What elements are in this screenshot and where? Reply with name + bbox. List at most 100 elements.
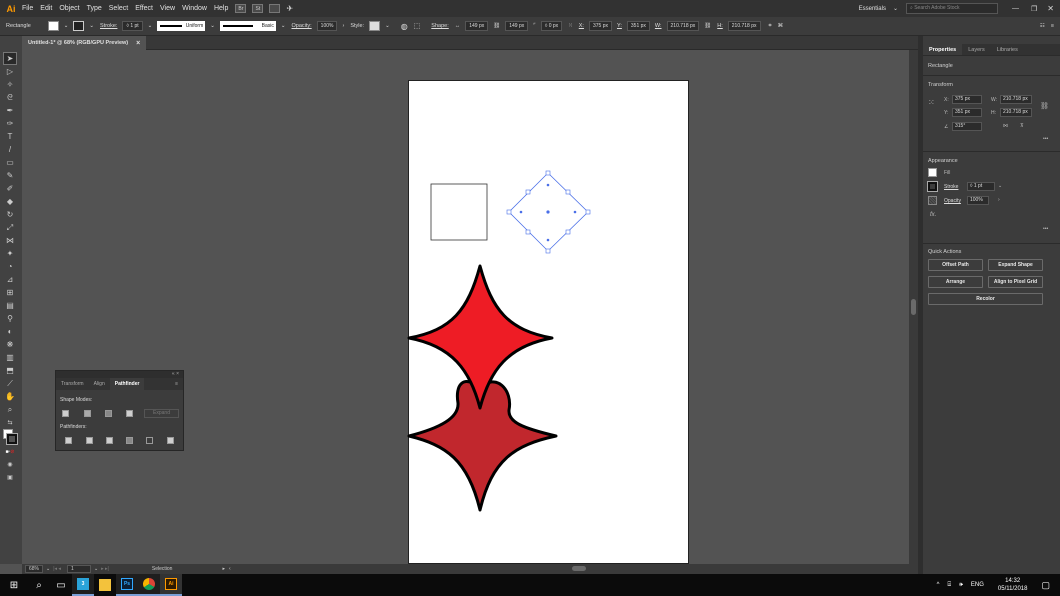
horizontal-scroll-thumb[interactable]: [572, 566, 586, 571]
angle-icon: ∠: [944, 124, 949, 130]
stroke-weight-value: 1 pt: [973, 183, 983, 189]
tab-layers[interactable]: Layers: [962, 44, 991, 55]
notification-center-icon[interactable]: ▢: [1041, 580, 1050, 591]
stroke-color-swatch[interactable]: [927, 181, 938, 192]
pathfinder-tabs: Transform Align Pathfinder ≡: [56, 378, 183, 390]
stroke-label[interactable]: Stroke: [944, 184, 958, 190]
tab-transform[interactable]: Transform: [56, 378, 89, 390]
selection-type-label: Rectangle: [928, 63, 953, 69]
divide-icon[interactable]: [65, 437, 72, 444]
constrain-proportions-icon[interactable]: ⛓: [1040, 102, 1049, 110]
opacity-icon[interactable]: [928, 196, 937, 205]
tab-properties[interactable]: Properties: [923, 44, 963, 55]
pathfinders-label: Pathfinders:: [60, 424, 87, 430]
transform-h-field[interactable]: 210.718 px: [1000, 108, 1032, 117]
opacity-field[interactable]: 100%: [967, 196, 989, 205]
panel-collapse-close[interactable]: « ×: [56, 371, 183, 378]
unite-icon[interactable]: [62, 410, 69, 417]
outline-icon[interactable]: [146, 437, 153, 444]
volume-icon[interactable]: 🕪: [959, 582, 963, 589]
clock[interactable]: 14:32 05/11/2018: [998, 577, 1028, 593]
windows-start-icon[interactable]: ⊞: [0, 574, 28, 596]
tab-pathfinder[interactable]: Pathfinder: [109, 378, 145, 390]
trim-icon[interactable]: [86, 437, 93, 444]
transform-x-label[interactable]: X:: [944, 97, 949, 103]
flip-vertical-icon[interactable]: ⊼: [1020, 123, 1024, 129]
vertical-scroll-thumb[interactable]: [911, 299, 916, 315]
merge-icon[interactable]: [106, 437, 113, 444]
tray-expand-icon[interactable]: ^: [937, 582, 940, 588]
status-arrow-icon[interactable]: ▸: [222, 566, 225, 572]
shape-modes-label: Shape Modes:: [60, 397, 93, 403]
hscroll-left-icon[interactable]: ‹: [229, 566, 231, 572]
exclude-icon[interactable]: [126, 410, 133, 417]
tab-libraries[interactable]: Libraries: [991, 44, 1024, 55]
align-to-pixel-grid-button[interactable]: Align to Pixel Grid: [988, 276, 1043, 288]
first-artboard-icon[interactable]: |◂ ◂: [53, 566, 61, 572]
status-bar: 68% ⌄ |◂ ◂ 1 ⌄ ▸ ▸| Selection ▸ ‹: [22, 564, 918, 574]
selection-section: Rectangle: [923, 56, 1060, 76]
transform-y-field[interactable]: 351 px: [952, 108, 982, 117]
transform-w-label[interactable]: W:: [991, 97, 997, 103]
taskbar-chrome[interactable]: [138, 574, 160, 596]
photoshop-icon: Ps: [121, 578, 133, 590]
zoom-field[interactable]: 68%: [25, 565, 44, 573]
flip-horizontal-icon[interactable]: ⋈: [1003, 123, 1008, 129]
fill-color-swatch[interactable]: [928, 168, 937, 177]
crop-icon[interactable]: [126, 437, 133, 444]
fx-label[interactable]: fx.: [930, 212, 936, 218]
quick-actions-section: Quick Actions Offset Path Expand Shape A…: [923, 244, 1060, 312]
transform-w-field[interactable]: 210.718 px: [1000, 95, 1032, 104]
system-tray: ^ ⌸ 🕪 ENG 14:32 05/11/2018 ▢: [933, 574, 1060, 596]
current-tool-status[interactable]: Selection: [152, 566, 173, 572]
minus-front-icon[interactable]: [84, 410, 91, 417]
transform-y-label[interactable]: Y:: [944, 110, 948, 116]
artboard-chevron-icon[interactable]: ⌄: [94, 566, 98, 572]
transform-section: Transform ⁙ X: 375 px Y: 351 px W: 210.7…: [923, 76, 1060, 152]
next-artboard-icon[interactable]: ▸ ▸|: [101, 566, 109, 572]
app-3d-icon: 3: [77, 578, 89, 590]
rotate-angle-field[interactable]: 315°: [952, 122, 982, 131]
folder-icon: [99, 579, 111, 591]
taskbar-app-3d[interactable]: 3: [72, 574, 94, 596]
square-shape: [430, 183, 488, 241]
panel-menu-icon[interactable]: ≡: [170, 378, 183, 390]
zoom-chevron-icon[interactable]: ⌄: [46, 566, 50, 572]
intersect-icon[interactable]: [105, 410, 112, 417]
minus-back-icon[interactable]: [167, 437, 174, 444]
expand-button[interactable]: Expand: [144, 409, 179, 418]
network-icon[interactable]: ⌸: [947, 582, 951, 589]
artwork-layer[interactable]: [0, 0, 1060, 596]
quick-actions-header: Quick Actions: [928, 249, 962, 255]
file-explorer-icon[interactable]: [94, 574, 116, 596]
input-language[interactable]: ENG: [971, 582, 984, 588]
taskbar-illustrator[interactable]: Ai: [160, 574, 182, 596]
vertical-scrollbar[interactable]: [909, 50, 918, 564]
windows-taskbar: ⊞ ⌕ ▭ 3 Ps Ai ^ ⌸ 🕪 ENG 14:32 05/11/2018…: [0, 574, 1060, 596]
opacity-arrow-icon[interactable]: ›: [998, 197, 1000, 203]
reference-point-icon[interactable]: ⁙: [928, 98, 935, 107]
appearance-header: Appearance: [928, 158, 958, 164]
transform-x-field[interactable]: 375 px: [952, 95, 982, 104]
transform-h-label[interactable]: H:: [991, 110, 996, 116]
clock-date: 05/11/2018: [997, 586, 1028, 592]
task-view-icon[interactable]: ▭: [50, 574, 72, 596]
stroke-weight-chevron-icon[interactable]: ⌄: [998, 183, 1002, 189]
taskbar-photoshop[interactable]: Ps: [116, 574, 138, 596]
offset-path-button[interactable]: Offset Path: [928, 259, 983, 271]
arrange-button[interactable]: Arrange: [928, 276, 983, 288]
stroke-weight-field[interactable]: ◊ 1 pt: [967, 182, 995, 191]
tab-align[interactable]: Align: [89, 378, 110, 390]
clock-time: 14:32: [1005, 578, 1021, 584]
opacity-label[interactable]: Opacity: [944, 198, 961, 204]
red-star-shape: [407, 264, 554, 410]
recolor-button[interactable]: Recolor: [928, 293, 1043, 305]
artboard-number-field[interactable]: 1: [66, 565, 91, 573]
search-icon[interactable]: ⌕: [28, 574, 50, 596]
pathfinder-panel: « × Transform Align Pathfinder ≡ Shape M…: [55, 370, 184, 451]
expand-shape-button[interactable]: Expand Shape: [988, 259, 1043, 271]
selected-diamond-rectangle: [506, 170, 591, 254]
appearance-more-icon[interactable]: •••: [1043, 226, 1048, 232]
transform-more-icon[interactable]: •••: [1043, 136, 1048, 142]
properties-panel: Properties Layers Libraries Rectangle Tr…: [923, 36, 1060, 574]
